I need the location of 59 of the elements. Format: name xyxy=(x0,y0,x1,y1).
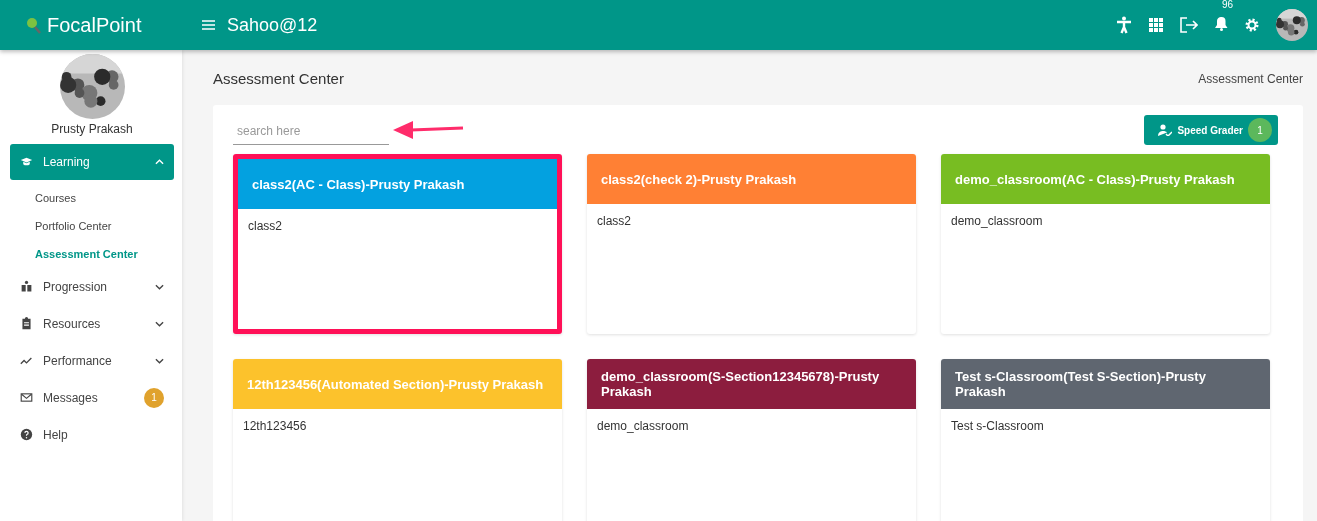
breadcrumb: Assessment Center xyxy=(1198,71,1303,86)
nav-label: Messages xyxy=(43,390,98,405)
grader-count-badge: 1 xyxy=(1248,118,1272,142)
card-title: class2(check 2)-Prusty Prakash xyxy=(601,171,797,187)
help-icon xyxy=(20,428,33,441)
nav-item[interactable]: Performance xyxy=(10,342,174,379)
chevron-icon xyxy=(155,320,164,327)
menu-icon[interactable] xyxy=(202,20,215,30)
card-title: demo_classroom(AC - Class)-Prusty Prakash xyxy=(955,171,1235,187)
annotation-arrow xyxy=(393,119,465,139)
nav-label: Resources xyxy=(43,316,101,331)
notification-count: 96 xyxy=(1222,0,1234,10)
class-card[interactable]: Test s-Classroom(Test S-Section)-Prusty Prakash Test s-Classroom xyxy=(941,359,1270,521)
nav-subitem[interactable]: Portfolio Center xyxy=(10,212,174,240)
class-card[interactable]: class2(AC - Class)-Prusty Prakash class2 xyxy=(233,154,562,334)
bell-icon[interactable] xyxy=(1215,15,1228,31)
mail-icon xyxy=(20,391,33,404)
nav-item[interactable]: Resources xyxy=(10,305,174,342)
nav-item[interactable]: Help xyxy=(10,416,174,453)
card-title: 12th123456(Automated Section)-Prusty Prakash xyxy=(247,376,544,392)
message-count-badge: 1 xyxy=(144,387,164,408)
nav-subitem[interactable]: Courses xyxy=(10,184,174,212)
class-card[interactable]: demo_classroom(AC - Class)-Prusty Prakash demo_classroom xyxy=(941,154,1270,334)
class-card[interactable]: class2(check 2)-Prusty Prakash class2 xyxy=(587,154,916,334)
speed-grader-button[interactable]: Speed Grader 1 xyxy=(1144,115,1278,145)
card-text: 12th123456 xyxy=(243,419,307,433)
card-title: Test s-Classroom(Test S-Section)-Prusty Prakash xyxy=(955,369,1207,399)
nav-item[interactable]: Progression xyxy=(10,268,174,305)
class-card[interactable]: demo_classroom(S-Section12345678)-Prusty Prakash demo_classroom xyxy=(587,359,916,521)
chevron-icon xyxy=(155,283,164,290)
card-title: demo_classroom(S-Section12345678)-Prusty Prakash xyxy=(601,369,881,399)
chevron-icon xyxy=(155,159,164,165)
page-title: Assessment Center xyxy=(213,70,344,87)
nav-item[interactable]: Messages 1 xyxy=(10,379,174,416)
nav-label: Progression xyxy=(43,279,108,294)
settings-icon[interactable] xyxy=(1245,18,1259,32)
card-text: demo_classroom xyxy=(597,419,689,433)
accessibility-icon[interactable] xyxy=(1116,16,1132,34)
chevron-icon xyxy=(155,357,164,364)
profile-name: Prusty Prakash xyxy=(51,122,133,136)
card-text: class2 xyxy=(597,214,631,228)
nav-item[interactable]: Learning xyxy=(10,144,174,180)
reader-icon xyxy=(20,280,33,293)
clipboard-icon xyxy=(20,317,33,330)
card-text: class2 xyxy=(248,219,282,233)
nav-subitem[interactable]: Assessment Center xyxy=(10,240,174,268)
app-logo-text: FocalPoint xyxy=(47,13,142,37)
magnifier-logo-icon xyxy=(26,16,42,34)
nav-label: Learning xyxy=(43,155,90,169)
logout-icon[interactable] xyxy=(1180,17,1198,33)
person-check-icon xyxy=(1158,124,1173,136)
grid-icon[interactable] xyxy=(1149,18,1163,32)
class-card[interactable]: 12th123456(Automated Section)-Prusty Prakash 12th123456 xyxy=(233,359,562,521)
nav-label: Performance xyxy=(43,353,112,368)
card-text: Test s-Classroom xyxy=(951,419,1044,433)
card-title: class2(AC - Class)-Prusty Prakash xyxy=(252,176,465,192)
nav-label: Help xyxy=(43,427,68,442)
card-text: demo_classroom xyxy=(951,214,1043,228)
school-title: Sahoo@12 xyxy=(227,14,318,36)
